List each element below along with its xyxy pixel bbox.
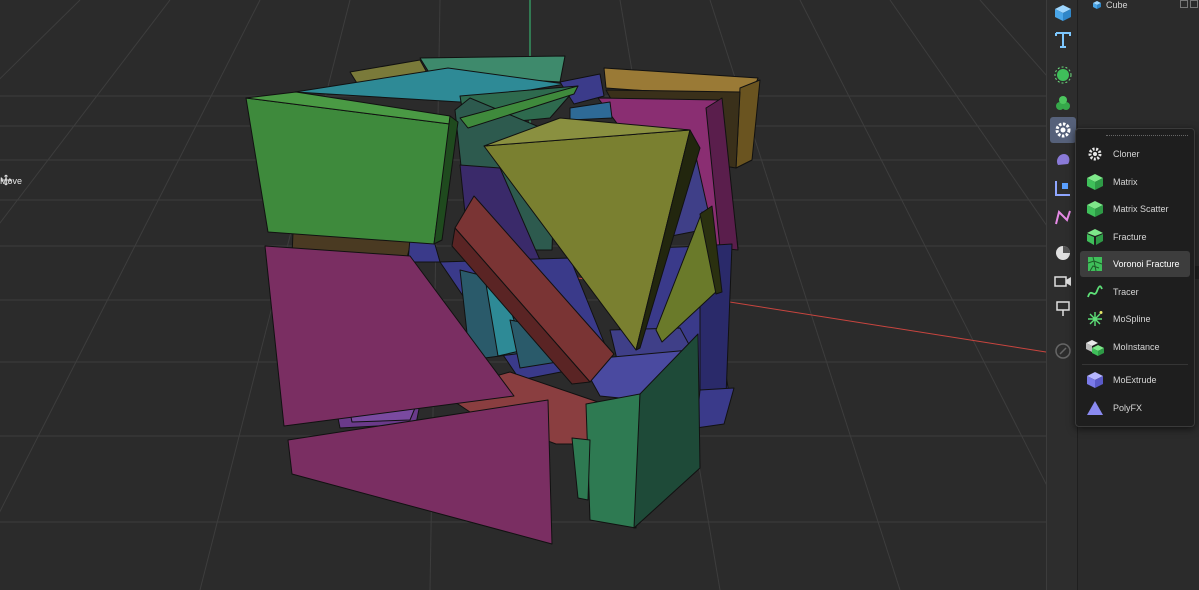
spline-button[interactable] (1050, 205, 1076, 231)
mograph-dropdown-menu: Cloner Matrix Matrix Scatter Fracture Vo… (1075, 128, 1195, 427)
text-icon (1055, 32, 1071, 48)
generator-icon (1054, 66, 1072, 84)
moinstance-icon (1084, 336, 1106, 358)
object-row-cube[interactable]: Cube (1092, 0, 1128, 10)
3d-viewport[interactable]: Move (0, 0, 1046, 590)
move-icon (0, 174, 38, 187)
menu-item-mospline[interactable]: MoSpline (1080, 306, 1190, 332)
menu-item-matrix[interactable]: Matrix (1080, 169, 1190, 195)
cube-icon (1055, 5, 1071, 21)
field-button[interactable] (1050, 175, 1076, 201)
environment-button[interactable] (1050, 240, 1076, 266)
cube-icon (1093, 1, 1101, 9)
menu-item-moextrude[interactable]: MoExtrude (1080, 367, 1190, 393)
volume-button[interactable] (1050, 90, 1076, 116)
cube-button[interactable] (1050, 0, 1076, 26)
spline-pen-icon (1055, 210, 1071, 225)
mograph-button[interactable] (1050, 117, 1076, 143)
menu-item-fracture[interactable]: Fracture (1080, 224, 1190, 250)
volume-icon (1056, 96, 1070, 110)
fracture-icon (1084, 226, 1106, 248)
camera-icon (1054, 276, 1071, 287)
deformer-button[interactable] (1050, 147, 1076, 173)
cloner-icon (1084, 143, 1106, 165)
light-icon (1056, 301, 1070, 316)
object-name: Cube (1106, 0, 1128, 10)
menu-tearoff-handle[interactable] (1106, 135, 1188, 136)
menu-item-tracer[interactable]: Tracer (1080, 279, 1190, 305)
matrix-icon (1084, 171, 1106, 193)
light-button[interactable] (1050, 296, 1076, 322)
generators-button[interactable] (1050, 62, 1076, 88)
menu-separator (1082, 364, 1188, 365)
voronoi-fractured-cube[interactable] (245, 55, 761, 545)
camera-button[interactable] (1050, 268, 1076, 294)
visibility-flag-icon[interactable] (1190, 0, 1198, 8)
polyfx-icon (1084, 397, 1106, 419)
object-toolbar (1046, 0, 1078, 590)
menu-item-polyfx[interactable]: PolyFX (1080, 395, 1190, 421)
move-tool-label: Move (0, 174, 38, 188)
edit-flag-icon[interactable] (1180, 0, 1188, 8)
sculpt-icon (1055, 343, 1071, 359)
tracer-icon (1084, 281, 1106, 303)
viewport-canvas (0, 0, 1046, 590)
menu-item-cloner[interactable]: Cloner (1080, 141, 1190, 167)
sculpt-button[interactable] (1050, 338, 1076, 364)
voronoi-fracture-icon (1084, 253, 1106, 275)
mospline-icon (1084, 308, 1106, 330)
deformer-icon (1056, 154, 1070, 165)
menu-item-moinstance[interactable]: MoInstance (1080, 334, 1190, 360)
environment-icon (1056, 246, 1070, 260)
text-button[interactable] (1050, 27, 1076, 53)
matrix-scatter-icon (1084, 198, 1106, 220)
moextrude-icon (1084, 369, 1106, 391)
object-flags[interactable] (1180, 0, 1198, 8)
mograph-gear-icon (1055, 122, 1071, 138)
field-icon (1055, 181, 1070, 196)
menu-item-voronoi-fracture[interactable]: Voronoi Fracture (1080, 251, 1190, 277)
menu-item-matrix-scatter[interactable]: Matrix Scatter (1080, 196, 1190, 222)
